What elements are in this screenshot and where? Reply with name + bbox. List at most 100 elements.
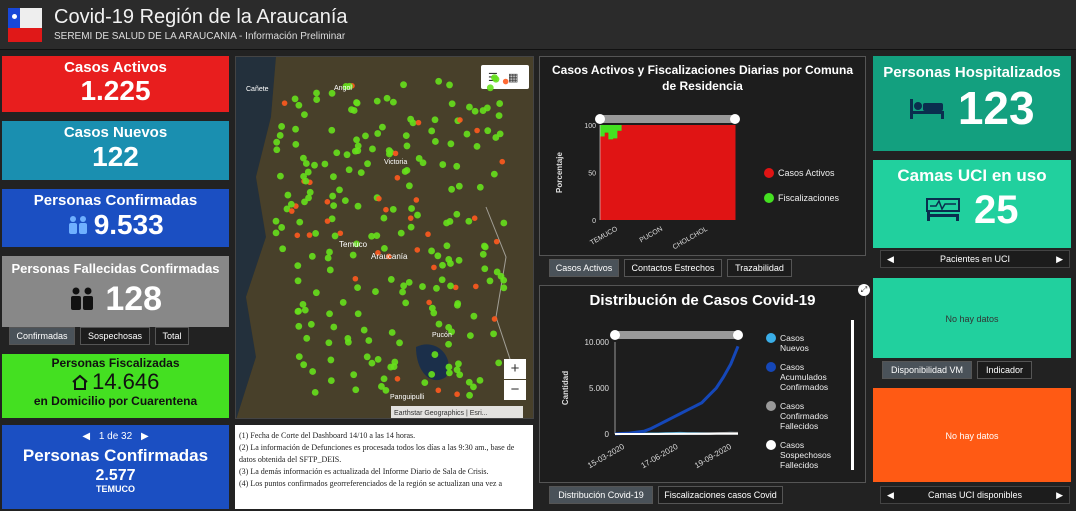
map-case-point [414,211,421,219]
bar-casos-activos [604,132,609,220]
map-case-point [486,84,494,92]
tab-distribucion-covid[interactable]: Distribución Covid-19 [549,486,653,504]
map-case-point [306,232,313,238]
map-case-point [481,243,489,251]
next-arrow-icon[interactable]: ▶ [1056,487,1063,503]
map-case-point [326,310,333,318]
people-icon [69,216,88,234]
tab-trazabilidad[interactable]: Trazabilidad [727,259,792,277]
notes-panel[interactable]: (1) Fecha de Corte del Dashboard 14/10 a… [235,425,533,509]
map-case-point [373,97,381,105]
map-case-point [383,206,389,213]
tab-total[interactable]: Total [155,327,189,345]
chart2-panel: Distribución de Casos Covid-19 0 5.000 10.… [539,284,870,483]
map-case-point [465,378,473,386]
map-case-point [272,217,280,225]
map-canvas[interactable]: ☰ ▦ Cañete Angol Victoria Temuco Araucan… [236,57,534,419]
uci-disponibles-card[interactable]: No hay datos [873,388,1071,482]
map-case-point [381,244,388,252]
prev-arrow-icon[interactable]: ◀ [82,431,90,442]
map-case-point [284,191,292,199]
tab-fiscalizaciones-casos[interactable]: Fiscalizaciones casos Covid [658,486,783,504]
zoom-in-button[interactable]: + [504,359,526,379]
legend-label: Fiscalizaciones [778,193,840,203]
map-label-victoria: Victoria [384,159,407,166]
tab-sospechosas[interactable]: Sospechosas [80,327,150,345]
chart1-title: Casos Activos y Fiscalizaciones Diarias … [552,63,853,93]
map-case-point [301,111,308,119]
map-attribution: Earthstar Geographics | Esri... [394,410,488,417]
map-case-point [486,277,494,285]
next-arrow-icon[interactable]: ▶ [1056,251,1063,267]
tab-casos-activos[interactable]: Casos Activos [549,259,619,277]
region-map[interactable]: ☰ ▦ Cañete Angol Victoria Temuco Araucan… [235,56,534,419]
next-arrow-icon[interactable]: ▶ [141,431,149,442]
map-case-point [295,307,302,315]
legend-swatch [766,333,776,343]
map-case-point [405,182,413,190]
casos-activos-card[interactable]: Casos Activos 1.225 [2,56,229,112]
y-tick-label: 100 [584,123,596,130]
uci-disponibles-pager[interactable]: ◀ Camas UCI disponibles ▶ [880,486,1070,504]
personas-fiscalizadas-card[interactable]: Personas Fiscalizadas 14.646 en Domicili… [2,354,229,418]
bar-casos-activos [612,138,618,220]
people-icon [70,287,93,310]
map-case-point [426,299,432,306]
hospitalizados-card[interactable]: Personas Hospitalizados 123 [873,56,1071,151]
personas-fallecidas-card[interactable]: Personas Fallecidas Confirmadas 128 [2,256,229,327]
tab-contactos-estrechos[interactable]: Contactos Estrechos [624,259,722,277]
tab-disponibilidad-vm[interactable]: Disponibilidad VM [882,361,972,379]
prev-arrow-icon[interactable]: ◀ [887,251,894,267]
zoom-out-button[interactable]: − [504,380,526,400]
house-icon [71,374,88,390]
map-case-point [413,197,420,203]
map-case-point [484,127,492,135]
y-tick-label: 5.000 [589,384,610,393]
map-case-point [328,126,336,134]
personas-confirmadas-card[interactable]: Personas Confirmadas 9.533 [2,189,229,247]
bar-casos-activos [659,125,664,220]
legend-label: Acumulados [780,372,827,382]
map-case-point [496,130,504,138]
tab-indicador[interactable]: Indicador [977,361,1032,379]
casos-nuevos-card[interactable]: Casos Nuevos 122 [2,121,229,180]
map-case-point [368,359,376,367]
map-case-point [490,330,497,338]
expand-icon[interactable]: ⤢ [858,284,870,296]
personas-confirmadas-value: 9.533 [93,209,164,240]
map-case-point [495,112,503,120]
map-case-point [473,283,479,290]
x-tick-label: 17-06-2020 [640,442,680,471]
map-case-point [474,127,480,134]
map-case-point [419,283,426,290]
map-case-point [439,261,446,269]
map-case-point [466,103,473,111]
tab-confirmadas[interactable]: Confirmadas [9,327,75,345]
bar-fiscalizaciones-top [600,125,605,137]
vm-card[interactable]: No hay datos [873,278,1071,358]
note-item: (3) La demás información es actualizada … [239,467,489,476]
map-case-point [389,205,397,213]
map-case-point [324,199,331,205]
map-case-point [324,254,332,262]
comuna-confirmadas-card[interactable]: ◀ 1 de 32 ▶ Personas Confirmadas 2.577 T… [2,425,229,509]
map-case-point [350,371,358,379]
map-case-point [453,210,461,218]
uci-label: Camas UCI en uso [897,166,1047,185]
bar-casos-activos [633,125,639,220]
uci-pager[interactable]: ◀ Pacientes en UCI ▶ [880,250,1070,268]
chart2-svg[interactable]: 0 5.000 10.000 Cantidad 15-03-2020 17-06-2020… [540,312,865,482]
map-case-point [325,339,333,347]
uci-card[interactable]: Camas UCI en uso 25 [873,160,1071,248]
bar-casos-activos [692,125,698,220]
legend-swatch [764,168,774,178]
note-item: (1) Fecha de Corte del Dashboard 14/10 a… [239,431,416,440]
map-case-point [374,355,382,363]
map-case-point [402,132,410,140]
prev-arrow-icon[interactable]: ◀ [887,487,894,503]
map-case-point [295,101,303,109]
map-case-point [344,338,352,346]
map-case-point [457,117,463,123]
map-case-point [324,218,331,224]
chart1-svg[interactable]: 0 50 100 Porcentaje TEMUCO PUCON CHOLCHOL Casos… [540,95,865,255]
